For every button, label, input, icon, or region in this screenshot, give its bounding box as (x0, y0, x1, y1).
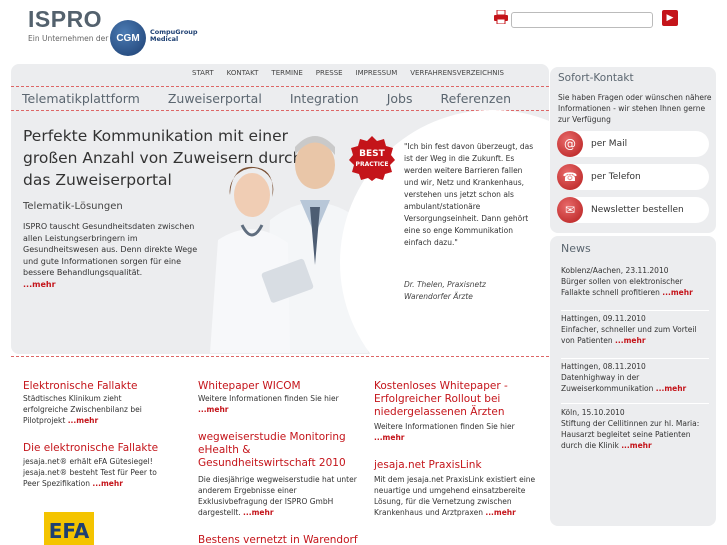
col2-text-2: Die diesjährige wegweiserstudie hat unte… (198, 474, 358, 518)
best-practice-badge: BEST PRACTICE (349, 136, 395, 181)
nav-verfahrensverzeichnis[interactable]: VERFAHRENSVERZEICHNIS (410, 69, 504, 77)
news-more-link[interactable]: ...mehr (615, 336, 646, 345)
news-date: Koblenz/Aachen, 23.11.2010 (561, 266, 669, 275)
search-button[interactable]: ▶ (662, 10, 678, 26)
nav-termine[interactable]: TERMINE (271, 69, 302, 77)
tab-integration[interactable]: Integration (290, 91, 359, 106)
badge-text-best: BEST (359, 149, 385, 159)
news-item: Koblenz/Aachen, 23.11.2010 Bürger sollen… (561, 265, 711, 298)
tab-zuweiserportal[interactable]: Zuweiserportal (168, 91, 262, 106)
col3-text-1: Weitere Informationen finden Sie hier ..… (374, 421, 534, 443)
news-item: Hattingen, 08.11.2010 Datenhighway in de… (561, 361, 711, 394)
tab-jobs[interactable]: Jobs (387, 91, 413, 106)
tab-telematikplattform[interactable]: Telematikplattform (22, 91, 140, 106)
news-more-link[interactable]: ...mehr (662, 288, 693, 297)
logo-subtitle: Ein Unternehmen der (28, 34, 109, 43)
news-date: Hattingen, 08.11.2010 (561, 362, 646, 371)
contact-title: Sofort-Kontakt (558, 72, 634, 84)
nav-start[interactable]: START (192, 69, 214, 77)
col3-more-link-1[interactable]: ...mehr (374, 433, 405, 442)
col2-text-2-body: Die diesjährige wegweiserstudie hat unte… (198, 475, 357, 517)
top-navigation: START KONTAKT TERMINE PRESSE IMPRESSUM V… (192, 69, 504, 77)
at-icon[interactable]: @ (557, 131, 583, 157)
news-item: Hattingen, 09.11.2010 Einfacher, schnell… (561, 313, 711, 346)
col2-more-link-2[interactable]: ...mehr (243, 508, 274, 517)
col3-more-link-2[interactable]: ...mehr (485, 508, 516, 517)
news-more-link[interactable]: ...mehr (621, 441, 652, 450)
hero-intro-text: ISPRO tauscht Gesundheitsdaten zwischen … (23, 222, 198, 277)
col1-text-1: Städtisches Klinikum zieht erfolgreiche … (23, 393, 163, 426)
col1-more-link-1[interactable]: ...mehr (68, 416, 99, 425)
ispro-logo[interactable]: ISPRO (28, 6, 102, 33)
col3-heading-2[interactable]: jesaja.net PraxisLink (374, 459, 534, 472)
news-date: Hattingen, 09.11.2010 (561, 314, 646, 323)
tab-referenzen[interactable]: Referenzen (441, 91, 512, 106)
main-navigation: Telematikplattform Zuweiserportal Integr… (22, 91, 511, 106)
col1-text-2-body: jesaja.net® erhält eFA Gütesiegel! jesaj… (23, 457, 157, 488)
contact-mail-label: per Mail (591, 139, 628, 149)
divider (561, 403, 709, 404)
col2-text-1: Weitere Informationen finden Sie hier ..… (198, 393, 363, 415)
newsletter-label: Newsletter bestellen (591, 205, 684, 215)
col3-text-1-body: Weitere Informationen finden Sie hier (374, 422, 515, 431)
divider (11, 356, 549, 357)
print-icon[interactable] (494, 10, 508, 24)
news-title: News (561, 242, 591, 255)
search-input[interactable] (511, 12, 653, 28)
testimonial-quote: "Ich bin fest davon überzeugt, das ist d… (404, 142, 534, 247)
news-text: Datenhighway in der Zuweiserkommunikatio… (561, 373, 654, 393)
col2-more-link-1[interactable]: ...mehr (198, 405, 229, 414)
hero-subhead: Telematik-Lösungen (23, 201, 123, 212)
news-date: Köln, 15.10.2010 (561, 408, 625, 417)
contact-phone-label: per Telefon (591, 172, 641, 182)
news-item: Köln, 15.10.2010 Stiftung der Cellitinne… (561, 407, 711, 451)
news-more-link[interactable]: ...mehr (656, 384, 687, 393)
hero-more-link[interactable]: ...mehr (23, 280, 56, 289)
contact-text: Sie haben Fragen oder wünschen nähere In… (558, 93, 712, 124)
testimonial-source: Dr. Thelen, Praxisnetz Warendorfer Ärzte (404, 280, 486, 301)
col1-more-link-2[interactable]: ...mehr (92, 479, 123, 488)
nav-kontakt[interactable]: KONTAKT (227, 69, 259, 77)
col2-heading-2[interactable]: wegweiserstudie Monitoring eHealth & Ges… (198, 431, 358, 470)
col3-heading-1[interactable]: Kostenloses Whitepaper - Erfolgreicher R… (374, 380, 524, 419)
divider (11, 86, 549, 87)
divider (561, 310, 709, 311)
col3-text-2: Mit dem jesaja.net PraxisLink existiert … (374, 474, 544, 518)
cgm-logo[interactable]: CGM (110, 20, 146, 56)
divider (561, 358, 709, 359)
cgm-name: CompuGroup Medical (150, 29, 198, 43)
col1-heading-1[interactable]: Elektronische Fallakte (23, 380, 188, 393)
cgm-name-line2: Medical (150, 35, 179, 43)
col2-heading-1[interactable]: Whitepaper WICOM (198, 380, 363, 393)
nav-impressum[interactable]: IMPRESSUM (356, 69, 398, 77)
col2-heading-3[interactable]: Bestens vernetzt in Warendorf (198, 534, 363, 545)
envelope-icon[interactable]: ✉ (557, 197, 583, 223)
col1-text-2: jesaja.net® erhält eFA Gütesiegel! jesaj… (23, 456, 168, 489)
badge-text-practice: PRACTICE (356, 161, 389, 168)
efa-logo: EFA (44, 512, 94, 545)
nav-presse[interactable]: PRESSE (316, 69, 343, 77)
col2-text-1-body: Weitere Informationen finden Sie hier (198, 394, 339, 403)
phone-icon[interactable]: ☎ (557, 164, 583, 190)
hero-intro: ISPRO tauscht Gesundheitsdaten zwischen … (23, 221, 198, 290)
efa-logo-text: EFA (49, 519, 90, 543)
col1-heading-2[interactable]: Die elektronische Fallakte (23, 442, 188, 455)
